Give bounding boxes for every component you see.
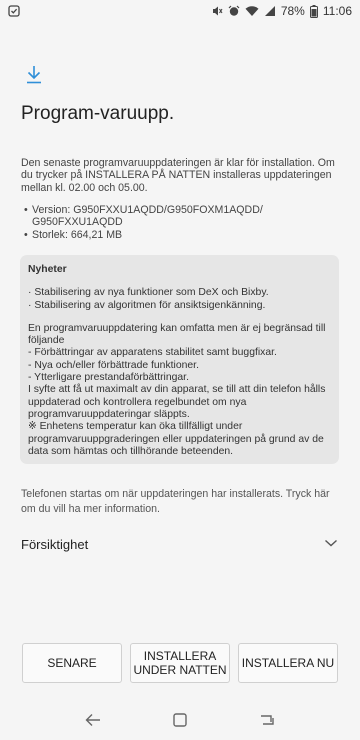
- page-title: Program-varuupp.: [21, 103, 175, 124]
- signal-icon: [264, 5, 276, 17]
- battery-percent: 78%: [280, 4, 305, 18]
- restart-info-link[interactable]: Telefonen startas om när uppdateringen h…: [21, 487, 341, 517]
- bullet: •: [24, 204, 28, 216]
- status-bar: 78% 11:06: [0, 0, 360, 22]
- size-row: • Storlek: 664,21 MB: [24, 229, 344, 241]
- news-body-intro: En programvaruuppdatering kan omfatta me…: [28, 322, 326, 347]
- alarm-icon: [228, 5, 240, 17]
- news-body-item: - Nya och/eller förbättrade funktioner.: [28, 359, 199, 371]
- news-highlights: · Stabilisering av nya funktioner som De…: [28, 287, 331, 312]
- news-body: En programvaruuppdatering kan omfatta me…: [28, 323, 331, 458]
- caution-expander[interactable]: Försiktighet: [0, 530, 360, 558]
- mute-icon: [211, 5, 223, 17]
- news-body-outro: I syfte att få ut maximalt av din appara…: [28, 384, 326, 420]
- news-body-item: - Förbättringar av apparatens stabilitet…: [28, 347, 277, 359]
- intro-text: Den senaste programvaruuppdateringen är …: [21, 157, 335, 194]
- version-text: Version: G950FXXU1AQDD/G950FOXM1AQDD/ G9…: [32, 204, 263, 229]
- caution-label: Försiktighet: [21, 536, 89, 552]
- install-overnight-button[interactable]: INSTALLERA UNDER NATTEN: [130, 643, 230, 683]
- chevron-down-icon: [324, 535, 338, 553]
- news-item: · Stabilisering av nya funktioner som De…: [28, 287, 269, 299]
- navigation-bar: [0, 700, 360, 740]
- news-box[interactable]: Nyheter · Stabilisering av nya funktione…: [20, 255, 339, 464]
- download-icon: [22, 63, 46, 87]
- clock: 11:06: [322, 4, 352, 18]
- battery-icon: [309, 4, 318, 18]
- recents-icon[interactable]: [252, 705, 282, 735]
- back-icon[interactable]: [78, 705, 108, 735]
- home-icon[interactable]: [165, 705, 195, 735]
- action-buttons: SENARE INSTALLERA UNDER NATTEN INSTALLER…: [22, 643, 338, 683]
- notification-icon: [8, 5, 20, 17]
- news-body-note: ※ Enhetens temperatur kan öka tillfällig…: [28, 421, 324, 457]
- version-row: • Version: G950FXXU1AQDD/G950FOXM1AQDD/ …: [24, 204, 344, 229]
- news-item: · Stabilisering av algoritmen för ansikt…: [28, 299, 266, 311]
- update-specs: • Version: G950FXXU1AQDD/G950FOXM1AQDD/ …: [24, 204, 344, 241]
- install-now-button[interactable]: INSTALLERA NU: [238, 643, 338, 683]
- size-text: Storlek: 664,21 MB: [32, 228, 123, 241]
- bullet: •: [24, 228, 28, 241]
- news-body-item: - Ytterligare prestandaförbättringar.: [28, 372, 189, 384]
- news-title: Nyheter: [28, 264, 67, 275]
- wifi-icon: [245, 5, 259, 17]
- later-button[interactable]: SENARE: [22, 643, 122, 683]
